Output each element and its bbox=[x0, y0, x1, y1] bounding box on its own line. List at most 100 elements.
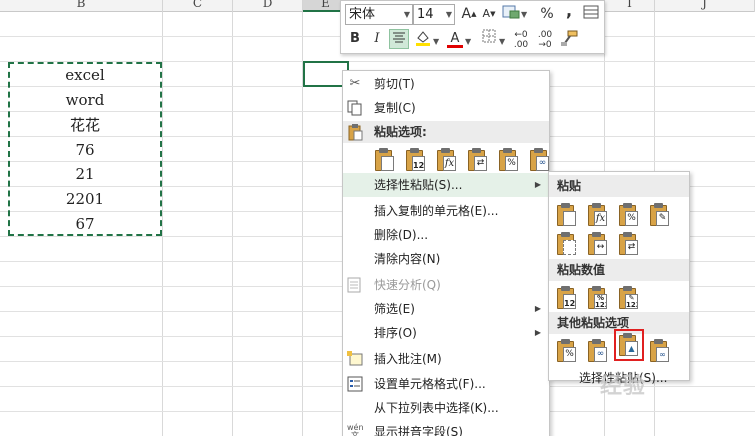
submenu-arrow-icon: ▶ bbox=[534, 304, 541, 313]
menu-cut-label: 剪切(T) bbox=[374, 77, 415, 91]
italic-button[interactable]: I bbox=[367, 29, 387, 49]
sub-paste-icon[interactable] bbox=[555, 202, 579, 228]
menu-pick-from-list[interactable]: 从下拉列表中选择(K)... bbox=[343, 396, 549, 420]
menu-copy-label: 复制(C) bbox=[374, 101, 416, 115]
menu-insert-copied-cells-label: 插入复制的单元格(E)... bbox=[374, 204, 499, 218]
font-name-dropdown-icon[interactable]: ▼ bbox=[404, 5, 410, 24]
menu-copy[interactable]: 复制(C) bbox=[343, 96, 549, 120]
font-size-box[interactable]: 14 ▼ bbox=[413, 4, 455, 25]
gridline bbox=[232, 12, 233, 436]
sub-paste-formulas-number-format-icon[interactable]: % bbox=[617, 202, 641, 228]
sub-paste-no-borders-icon[interactable] bbox=[555, 231, 579, 257]
format-painter-button[interactable] bbox=[559, 29, 579, 49]
sub-paste-formulas-icon[interactable]: fx bbox=[586, 202, 610, 228]
sub-paste-link-icon[interactable]: ∞ bbox=[586, 338, 610, 364]
column-header-d[interactable]: D bbox=[233, 0, 303, 12]
menu-paste-special-label: 选择性粘贴(S)... bbox=[374, 178, 463, 192]
grow-font-button[interactable]: A▲ bbox=[459, 4, 479, 24]
font-name-box[interactable]: 宋体 ▼ bbox=[345, 4, 413, 25]
menu-clear-contents[interactable]: 清除内容(N) bbox=[343, 247, 549, 271]
quick-analysis-icon bbox=[347, 277, 363, 293]
font-color-dropdown-icon[interactable]: ▼ bbox=[465, 37, 471, 46]
column-header-c[interactable]: C bbox=[163, 0, 233, 12]
font-size-value: 14 bbox=[417, 7, 434, 22]
menu-delete-label: 删除(D)... bbox=[374, 228, 429, 242]
align-center-button[interactable] bbox=[389, 29, 409, 49]
paste-option-transpose-icon[interactable]: ⇄ bbox=[466, 147, 490, 173]
submenu-arrow-icon: ▶ bbox=[534, 328, 541, 337]
submenu-arrow-icon: ▶ bbox=[534, 180, 541, 189]
grow-font-icon: A bbox=[461, 6, 472, 22]
sub-values-icon[interactable]: 123 bbox=[555, 285, 579, 311]
font-name-value: 宋体 bbox=[349, 7, 376, 22]
menu-cut[interactable]: ✂ 剪切(T) bbox=[343, 72, 549, 96]
menu-insert-copied-cells[interactable]: 插入复制的单元格(E)... bbox=[343, 199, 549, 223]
borders-icon bbox=[482, 29, 496, 43]
menu-quick-analysis: 快速分析(Q) bbox=[343, 273, 549, 297]
menu-delete[interactable]: 删除(D)... bbox=[343, 223, 549, 247]
menu-insert-comment-label: 插入批注(M) bbox=[374, 352, 442, 366]
sub-values-number-format-icon[interactable]: %123 bbox=[586, 285, 610, 311]
scissors-icon: ✂ bbox=[349, 76, 361, 91]
sub-paste-keep-column-widths-icon[interactable]: ↔ bbox=[586, 231, 610, 257]
fill-color-dropdown-icon[interactable]: ▼ bbox=[433, 37, 439, 46]
menu-format-cells-label: 设置单元格格式(F)... bbox=[374, 377, 486, 391]
percent-button[interactable]: % bbox=[537, 4, 557, 24]
phonetic-icon: wén 文 bbox=[347, 423, 364, 436]
column-header-i[interactable]: I bbox=[605, 0, 655, 12]
menu-clear-contents-label: 清除内容(N) bbox=[374, 252, 441, 266]
column-header-j[interactable]: J bbox=[655, 0, 755, 12]
fill-color-button[interactable] bbox=[413, 29, 433, 49]
gridline bbox=[162, 12, 163, 436]
paste-special-submenu: 粘贴 fx % ✎ ↔ ⇄ 粘贴数值 123 %123 ✎123 其他粘贴选项 … bbox=[548, 171, 690, 385]
menu-filter-label: 筛选(E) bbox=[374, 302, 415, 316]
shrink-font-button[interactable]: A▼ bbox=[479, 4, 499, 24]
format-painter-icon bbox=[561, 30, 578, 46]
comma-button[interactable]: , bbox=[559, 1, 579, 21]
paste-option-formatting-icon[interactable]: % bbox=[497, 147, 521, 173]
font-color-button[interactable]: A bbox=[445, 29, 465, 49]
submenu-paste-values-header: 粘贴数值 bbox=[549, 259, 689, 281]
sub-values-source-format-icon[interactable]: ✎123 bbox=[617, 285, 641, 311]
menu-quick-analysis-label: 快速分析(Q) bbox=[374, 278, 441, 292]
decrease-decimal-button[interactable]: .00 →0 bbox=[535, 29, 555, 50]
mini-toolbar: 宋体 ▼ 14 ▼ A▲ A▼ ▼ % , B I ▼ A ▼ ▼ ←0.00 … bbox=[340, 0, 605, 54]
format-painter-grid-button[interactable] bbox=[581, 4, 601, 24]
menu-filter[interactable]: 筛选(E) ▶ bbox=[343, 297, 549, 321]
comment-icon bbox=[347, 351, 363, 367]
sub-picture-icon[interactable]: ▲ bbox=[614, 329, 644, 361]
menu-format-cells[interactable]: 设置单元格格式(F)... bbox=[343, 372, 549, 396]
number-format-dropdown-icon[interactable]: ▼ bbox=[521, 10, 527, 19]
copy-icon bbox=[347, 100, 363, 116]
paste-options-label: 粘贴选项: bbox=[374, 125, 427, 139]
paint-bucket-icon bbox=[416, 31, 430, 46]
context-menu: ✂ 剪切(T) 复制(C) 粘贴选项: 123 fx ⇄ % ∞ 选择性粘贴(S… bbox=[342, 70, 550, 436]
number-format-icon bbox=[502, 5, 520, 19]
menu-paste-special[interactable]: 选择性粘贴(S)... ▶ bbox=[343, 173, 549, 197]
table-format-icon bbox=[583, 5, 599, 19]
submenu-paste-header: 粘贴 bbox=[549, 175, 689, 197]
sub-linked-picture-icon[interactable]: ∞ bbox=[648, 338, 672, 364]
font-size-dropdown-icon[interactable]: ▼ bbox=[446, 5, 452, 24]
font-color-swatch bbox=[447, 45, 463, 48]
column-header-b[interactable]: B bbox=[0, 0, 163, 12]
paste-option-values-icon[interactable]: 123 bbox=[404, 147, 428, 173]
paste-option-formulas-icon[interactable]: fx bbox=[435, 147, 459, 173]
paste-clipboard-icon bbox=[347, 123, 363, 141]
borders-dropdown-icon[interactable]: ▼ bbox=[499, 37, 505, 46]
paste-options-header: 粘贴选项: bbox=[343, 121, 549, 143]
borders-button[interactable] bbox=[479, 29, 499, 49]
paste-option-link-icon[interactable]: ∞ bbox=[528, 147, 552, 173]
shrink-font-icon: A bbox=[482, 7, 491, 20]
sub-formatting-icon[interactable]: % bbox=[555, 338, 579, 364]
watermark: 经验 bbox=[600, 374, 647, 399]
sub-paste-keep-source-format-icon[interactable]: ✎ bbox=[648, 202, 672, 228]
menu-show-phonetic[interactable]: wén 文 显示拼音字段(S) bbox=[343, 420, 549, 436]
number-format-button[interactable] bbox=[501, 4, 521, 24]
bold-button[interactable]: B bbox=[345, 29, 365, 49]
menu-sort[interactable]: 排序(O) ▶ bbox=[343, 321, 549, 345]
increase-decimal-button[interactable]: ←0.00 bbox=[511, 29, 531, 50]
sub-paste-transpose-icon[interactable]: ⇄ bbox=[617, 231, 641, 257]
paste-option-paste-icon[interactable] bbox=[373, 147, 397, 173]
menu-insert-comment[interactable]: 插入批注(M) bbox=[343, 347, 549, 371]
